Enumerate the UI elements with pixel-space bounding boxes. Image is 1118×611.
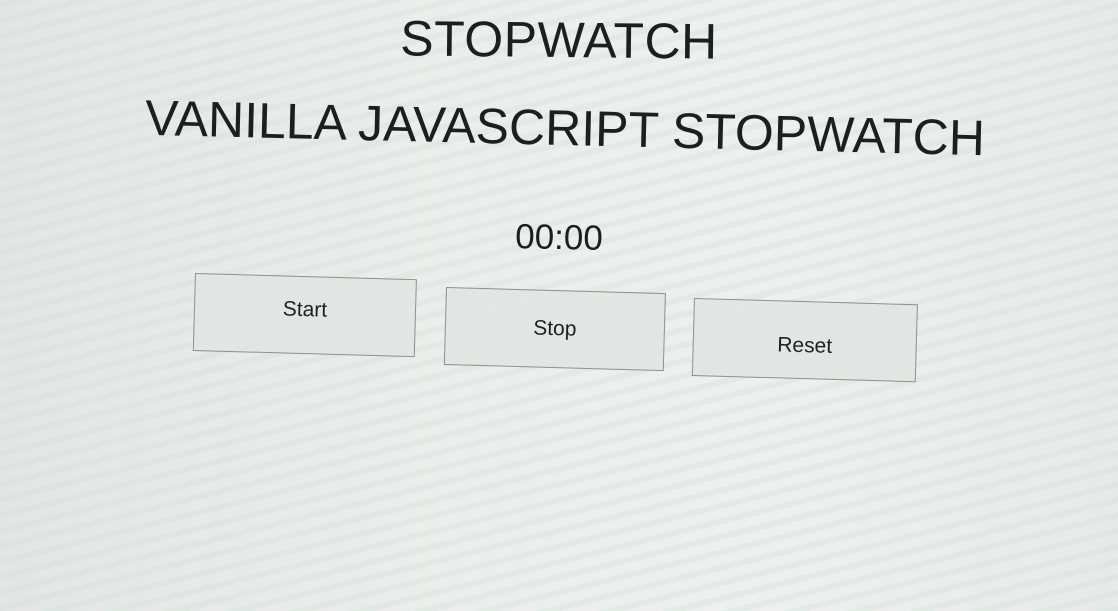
stopwatch-page: STOPWATCH VANILLA JAVASCRIPT STOPWATCH 0… (0, 0, 1118, 611)
stop-button[interactable]: Stop (443, 287, 666, 372)
start-button[interactable]: Start (192, 273, 417, 358)
reset-button[interactable]: Reset (691, 298, 918, 383)
stopwatch-controls: Start Stop Reset (0, 0, 1118, 611)
